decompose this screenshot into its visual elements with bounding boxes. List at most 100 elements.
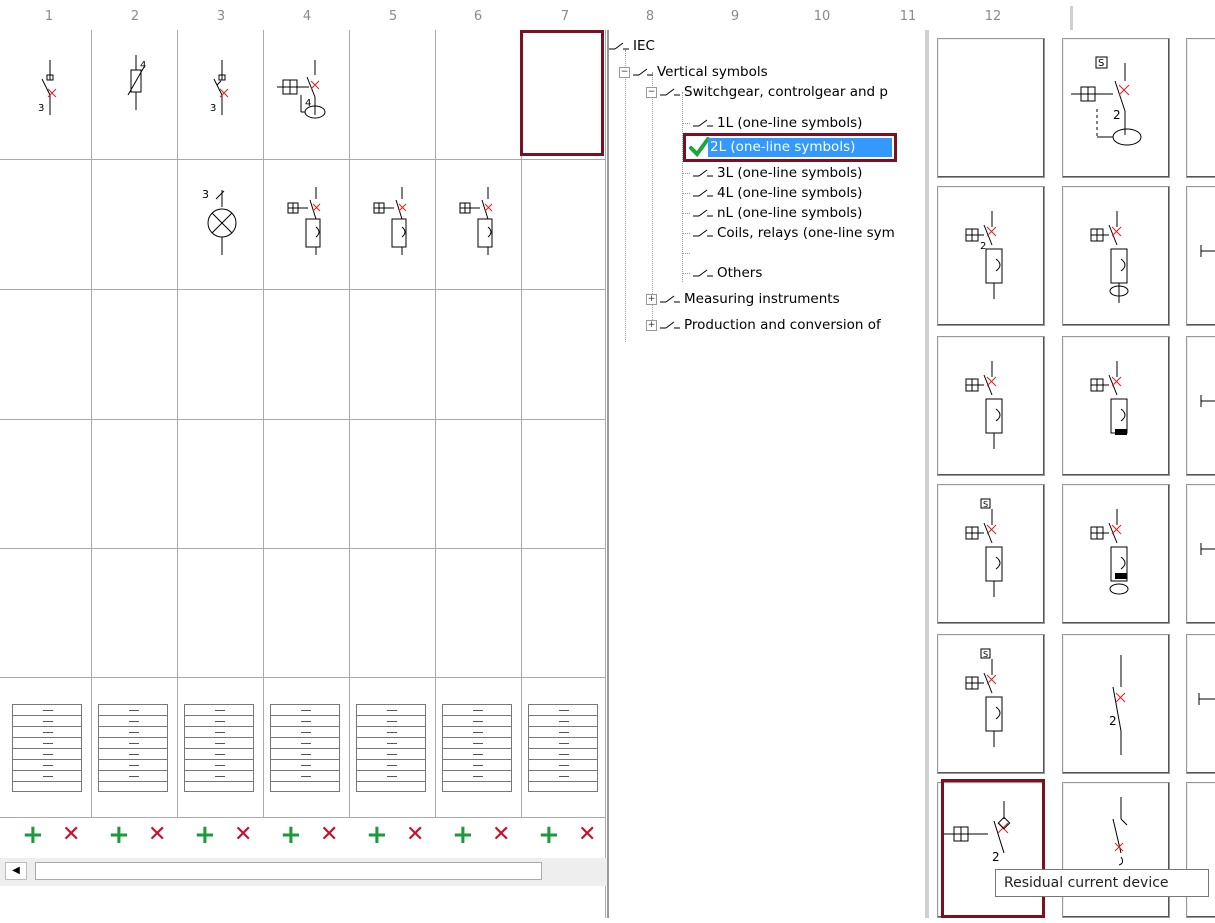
switch-icon (693, 229, 713, 237)
gallery-tile[interactable]: 2 (937, 186, 1045, 326)
symbol-label: S (1098, 58, 1104, 69)
rcbo-symbol-icon (1090, 509, 1129, 595)
switch-icon (693, 209, 713, 217)
ruler-number: 12 (984, 9, 1002, 24)
tree-node-1l[interactable]: 1L (one-line symbols) (693, 113, 862, 133)
symbol-label: 3 (202, 188, 209, 201)
switch-icon (693, 119, 713, 127)
symbol-fragment-icon (1200, 245, 1215, 257)
gallery-tile[interactable] (937, 336, 1045, 476)
rcbo-symbol-icon[interactable] (368, 185, 428, 255)
terminal-block-icon[interactable] (98, 704, 168, 792)
remove-column-button[interactable]: ✕ (62, 820, 80, 850)
terminal-block-icon[interactable] (442, 704, 512, 792)
terminal-block-icon[interactable] (528, 704, 598, 792)
selected-column-cell[interactable] (520, 30, 604, 156)
symbol-fragment-icon (1200, 395, 1215, 407)
terminal-block-icon[interactable] (356, 704, 426, 792)
gallery-tile[interactable] (1186, 186, 1215, 326)
gallery-tile-empty[interactable] (937, 38, 1045, 178)
fuse-switch-symbol-icon[interactable]: 4 (106, 55, 166, 125)
gallery-tile[interactable] (1186, 634, 1215, 774)
add-column-button[interactable]: + (194, 820, 216, 850)
column-controls: + ✕ + ✕ + ✕ + ✕ + ✕ + ✕ + ✕ (0, 818, 607, 858)
tree-node-label: Switchgear, controlgear and p (684, 84, 888, 100)
tree-node-label: nL (one-line symbols) (717, 205, 863, 221)
switch-icon (633, 68, 653, 76)
add-column-button[interactable]: + (280, 820, 302, 850)
lamp-symbol-icon[interactable]: 3 (192, 185, 252, 255)
tree-node-switchgear[interactable]: − Switchgear, controlgear and p (646, 82, 888, 102)
tree-node-4l[interactable]: 4L (one-line symbols) (693, 183, 862, 203)
ruler-number: 11 (899, 9, 917, 24)
tree-node-2l-selected[interactable]: 2L (one-line symbols) (683, 133, 897, 162)
horizontal-scrollbar[interactable]: ◀ (0, 858, 607, 886)
scrollbar-thumb[interactable] (35, 862, 542, 880)
tree-node-label: Vertical symbols (657, 64, 768, 80)
symbol-label: 2 (1113, 108, 1121, 122)
rcbo-symbol-icon[interactable] (282, 185, 342, 255)
tree-node-label: Others (717, 265, 763, 281)
tree-node-iec[interactable]: IEC (609, 36, 655, 56)
add-column-button[interactable]: + (452, 820, 474, 850)
gallery-tile[interactable] (1062, 782, 1170, 918)
gallery-tile[interactable] (1062, 484, 1170, 624)
expand-icon[interactable]: + (646, 293, 657, 305)
remove-column-button[interactable]: ✕ (234, 820, 252, 850)
add-column-button[interactable]: + (538, 820, 560, 850)
collapse-icon[interactable]: − (646, 86, 657, 98)
gallery-tile[interactable]: S 2 (1062, 38, 1170, 178)
remove-column-button[interactable]: ✕ (406, 820, 424, 850)
circuit-breaker-rcd-symbol-icon[interactable]: 4 (275, 55, 335, 125)
gallery-tile[interactable] (1186, 484, 1215, 624)
terminal-block-icon[interactable] (12, 704, 82, 792)
symbol-label: 2 (1109, 714, 1117, 728)
tree-node-production[interactable]: + Production and conversion of (646, 315, 881, 335)
tree-node-nl[interactable]: nL (one-line symbols) (693, 203, 862, 223)
switch-symbol-icon: 2 (1109, 655, 1126, 755)
symbol-label: 3 (210, 103, 216, 114)
symbol-label: 3 (38, 103, 44, 114)
gallery-tile[interactable] (1062, 186, 1170, 326)
tree-node-coils-relays[interactable]: Coils, relays (one-line sym (693, 223, 895, 243)
switch-disconnector-symbol-icon[interactable]: 3 (192, 55, 252, 125)
gallery-tile[interactable] (1186, 336, 1215, 476)
remove-column-button[interactable]: ✕ (320, 820, 338, 850)
symbol-label: S (983, 650, 988, 659)
selected-gallery-tile[interactable] (941, 779, 1045, 918)
switch-icon (693, 269, 713, 277)
switch-symbol-icon[interactable]: 3 (20, 55, 80, 125)
rcbo-symbol-icon: S (965, 498, 1003, 597)
checkmark-icon (689, 137, 710, 158)
ruler-number: 7 (560, 9, 570, 24)
gallery-tile[interactable] (1186, 782, 1215, 918)
gallery-tile[interactable]: S (937, 634, 1045, 774)
remove-column-button[interactable]: ✕ (148, 820, 166, 850)
terminal-block-icon[interactable] (270, 704, 340, 792)
switch-icon (660, 321, 680, 329)
rcbo-symbol-icon: S (965, 648, 1003, 747)
symbol-fragment-icon (1200, 543, 1215, 555)
tree-node-measuring[interactable]: + Measuring instruments (646, 289, 840, 309)
add-column-button[interactable]: + (366, 820, 388, 850)
tree-node-label: Coils, relays (one-line sym (717, 225, 895, 241)
tree-node-others[interactable]: Others (693, 263, 762, 283)
add-column-button[interactable]: + (22, 820, 44, 850)
gallery-tile[interactable]: S (937, 484, 1045, 624)
symbol-tree[interactable]: IEC − Vertical symbols − Switchgear, contr… (609, 30, 925, 918)
terminal-block-icon[interactable] (184, 704, 254, 792)
gallery-tile[interactable] (1186, 38, 1215, 178)
switch-icon (693, 169, 713, 177)
tree-node-3l[interactable]: 3L (one-line symbols) (693, 163, 862, 183)
expand-icon[interactable]: + (646, 319, 657, 331)
symbol-label: 2 (980, 241, 986, 252)
collapse-icon[interactable]: − (619, 66, 630, 78)
gallery-tile[interactable] (1062, 336, 1170, 476)
gallery-tile[interactable]: 2 (1062, 634, 1170, 774)
rcbo-symbol-icon[interactable] (454, 185, 514, 255)
scroll-left-icon[interactable]: ◀ (5, 862, 27, 880)
remove-column-button[interactable]: ✕ (578, 820, 596, 850)
tree-node-vertical-symbols[interactable]: − Vertical symbols (619, 62, 768, 82)
add-column-button[interactable]: + (108, 820, 130, 850)
remove-column-button[interactable]: ✕ (492, 820, 510, 850)
